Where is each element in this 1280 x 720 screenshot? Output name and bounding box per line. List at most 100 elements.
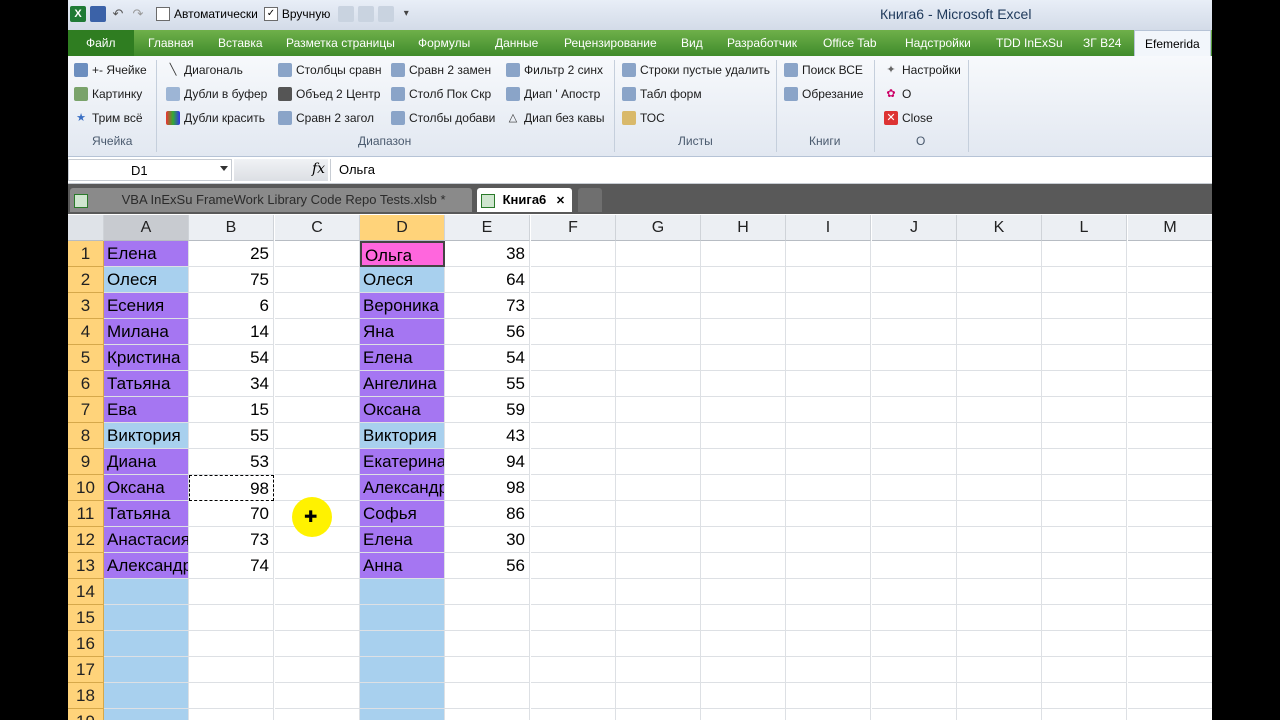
cell-h6[interactable] xyxy=(701,371,786,397)
doc-tab-vba[interactable]: VBA InExSu FrameWork Library Code Repo T… xyxy=(70,188,472,212)
cell-j2[interactable] xyxy=(872,267,957,293)
tool-icon[interactable] xyxy=(378,6,395,22)
cell-j12[interactable] xyxy=(872,527,957,553)
cell-d11[interactable]: Софья xyxy=(360,501,445,527)
cell-d2[interactable]: Олеся xyxy=(360,267,445,293)
cell-b7[interactable]: 15 xyxy=(189,397,274,423)
cell-c6[interactable] xyxy=(275,371,360,397)
cell-b14[interactable] xyxy=(189,579,274,605)
tab-zg-v24[interactable]: ЗГ В24 xyxy=(1083,30,1121,56)
close-tab-icon[interactable]: ✕ xyxy=(556,195,565,207)
cell-f5[interactable] xyxy=(531,345,616,371)
cell-a1[interactable]: Елена xyxy=(104,241,189,267)
table-form-button[interactable]: Табл форм xyxy=(622,84,702,104)
cell-a6[interactable]: Татьяна xyxy=(104,371,189,397)
cell-g13[interactable] xyxy=(616,553,701,579)
column-header-b[interactable]: B xyxy=(189,215,274,241)
row-header-2[interactable]: 2 xyxy=(68,267,104,293)
show-hide-columns-button[interactable]: Столб Пок Скр xyxy=(391,84,491,104)
tab-page-layout[interactable]: Разметка страницы xyxy=(286,30,395,56)
diagonal-button[interactable]: ╲ Диагональ xyxy=(166,60,243,80)
cell-c14[interactable] xyxy=(275,579,360,605)
cell-g16[interactable] xyxy=(616,631,701,657)
cell-l4[interactable] xyxy=(1042,319,1127,345)
cell-j7[interactable] xyxy=(872,397,957,423)
chevron-down-icon[interactable] xyxy=(220,166,228,171)
tab-review[interactable]: Рецензирование xyxy=(564,30,657,56)
cell-l2[interactable] xyxy=(1042,267,1127,293)
cell-a4[interactable]: Милана xyxy=(104,319,189,345)
cell-h15[interactable] xyxy=(701,605,786,631)
cell-i19[interactable] xyxy=(786,709,871,720)
cell-h7[interactable] xyxy=(701,397,786,423)
cell-l14[interactable] xyxy=(1042,579,1127,605)
cell-h17[interactable] xyxy=(701,657,786,683)
cell-i16[interactable] xyxy=(786,631,871,657)
cell-g14[interactable] xyxy=(616,579,701,605)
cell-i11[interactable] xyxy=(786,501,871,527)
row-header-4[interactable]: 4 xyxy=(68,319,104,345)
cell-k16[interactable] xyxy=(957,631,1042,657)
cell-m13[interactable] xyxy=(1128,553,1212,579)
cell-h12[interactable] xyxy=(701,527,786,553)
cell-e14[interactable] xyxy=(445,579,530,605)
cell-j19[interactable] xyxy=(872,709,957,720)
cell-j13[interactable] xyxy=(872,553,957,579)
cell-e18[interactable] xyxy=(445,683,530,709)
redo-icon[interactable]: ↷ xyxy=(130,6,146,22)
cell-a8[interactable]: Виктория xyxy=(104,423,189,449)
tab-office-tab[interactable]: Office Tab xyxy=(823,30,877,56)
cell-j3[interactable] xyxy=(872,293,957,319)
cell-a19[interactable] xyxy=(104,709,189,720)
cell-j11[interactable] xyxy=(872,501,957,527)
cell-d3[interactable]: Вероника xyxy=(360,293,445,319)
tool-icon[interactable] xyxy=(358,6,375,22)
cell-c2[interactable] xyxy=(275,267,360,293)
cell-l10[interactable] xyxy=(1042,475,1127,501)
cell-e16[interactable] xyxy=(445,631,530,657)
cell-k10[interactable] xyxy=(957,475,1042,501)
spreadsheet-grid[interactable]: ABCDEFGHIJKLM 1 2 3 4 5 6 7 8 9 10 11 12 13 14 15 16 17 1… xyxy=(68,215,1212,720)
cell-i12[interactable] xyxy=(786,527,871,553)
cell-m8[interactable] xyxy=(1128,423,1212,449)
cell-k5[interactable] xyxy=(957,345,1042,371)
close-button[interactable]: ✕ Close xyxy=(884,108,933,128)
cell-i14[interactable] xyxy=(786,579,871,605)
cell-c17[interactable] xyxy=(275,657,360,683)
cell-b17[interactable] xyxy=(189,657,274,683)
cell-g19[interactable] xyxy=(616,709,701,720)
cell-a14[interactable] xyxy=(104,579,189,605)
column-header-d[interactable]: D xyxy=(360,215,445,241)
cell-l16[interactable] xyxy=(1042,631,1127,657)
cell-i7[interactable] xyxy=(786,397,871,423)
color-duplicates-button[interactable]: Дубли красить xyxy=(166,108,265,128)
cell-k9[interactable] xyxy=(957,449,1042,475)
cell-j5[interactable] xyxy=(872,345,957,371)
cell-a10[interactable]: Оксана xyxy=(104,475,189,501)
cell-k8[interactable] xyxy=(957,423,1042,449)
cell-h5[interactable] xyxy=(701,345,786,371)
cell-m4[interactable] xyxy=(1128,319,1212,345)
cell-k1[interactable] xyxy=(957,241,1042,267)
tab-tdd-inexsu[interactable]: TDD InExSu xyxy=(996,30,1063,56)
range-no-quotes-button[interactable]: △ Диап без кавы xyxy=(506,108,605,128)
cell-c15[interactable] xyxy=(275,605,360,631)
merge-center-button[interactable]: Объед 2 Центр xyxy=(278,84,380,104)
cell-g12[interactable] xyxy=(616,527,701,553)
cell-b15[interactable] xyxy=(189,605,274,631)
cell-m19[interactable] xyxy=(1128,709,1212,720)
row-header-11[interactable]: 11 xyxy=(68,501,104,527)
cell-h14[interactable] xyxy=(701,579,786,605)
column-header-l[interactable]: L xyxy=(1042,215,1127,241)
cell-l13[interactable] xyxy=(1042,553,1127,579)
row-header-5[interactable]: 5 xyxy=(68,345,104,371)
row-header-15[interactable]: 15 xyxy=(68,605,104,631)
cell-b16[interactable] xyxy=(189,631,274,657)
cell-f6[interactable] xyxy=(531,371,616,397)
cell-i10[interactable] xyxy=(786,475,871,501)
cell-c8[interactable] xyxy=(275,423,360,449)
cell-b11[interactable]: 70 xyxy=(189,501,274,527)
cell-m1[interactable] xyxy=(1128,241,1212,267)
cell-j4[interactable] xyxy=(872,319,957,345)
cell-f16[interactable] xyxy=(531,631,616,657)
